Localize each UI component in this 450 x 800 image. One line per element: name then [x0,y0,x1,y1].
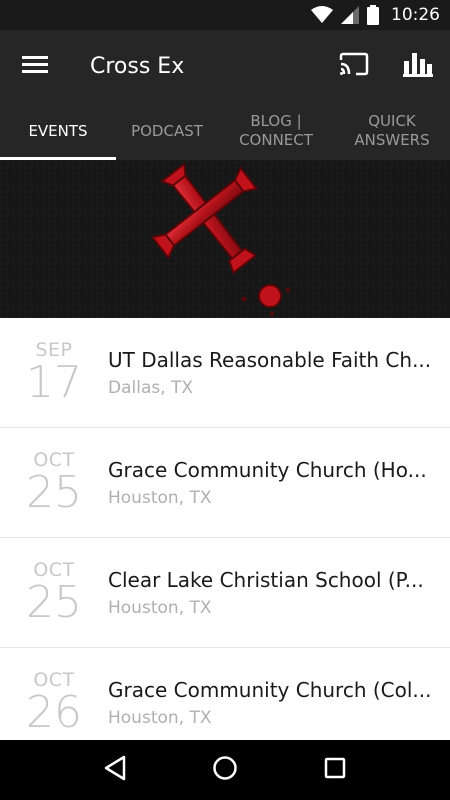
event-date: SEP 17 [0,340,108,406]
system-nav-bar [0,740,450,800]
event-location: Houston, TX [108,487,212,508]
list-item[interactable]: OCT 25 Grace Community Church (Ho... Hou… [0,428,450,538]
banner-image [0,160,450,318]
wifi-icon [311,6,333,24]
bar-chart-icon [403,51,433,82]
signal-icon [341,6,359,24]
tab-blog-connect[interactable]: BLOG | CONNECT [218,102,334,160]
event-date: OCT 25 [0,560,108,626]
back-icon [103,755,127,786]
event-name: UT Dallas Reasonable Faith Ch... [108,347,432,372]
event-location: Houston, TX [108,707,212,728]
app-bar: Cross Ex [0,30,450,102]
list-item[interactable]: OCT 25 Clear Lake Christian School (P...… [0,538,450,648]
event-name: Clear Lake Christian School (P... [108,567,424,592]
tab-quick-answers[interactable]: QUICK ANSWERS [334,102,450,160]
menu-icon [22,54,48,79]
list-item[interactable]: SEP 17 UT Dallas Reasonable Faith Ch... … [0,318,450,428]
recents-icon [324,757,346,784]
back-button[interactable] [90,745,140,795]
status-bar: 10:26 [0,0,450,30]
event-date: OCT 25 [0,450,108,516]
event-day: 25 [26,466,82,518]
event-day: 26 [26,686,82,738]
recents-button[interactable] [310,745,360,795]
tab-bar: EVENTS PODCAST BLOG | CONNECT QUICK ANSW… [0,102,450,160]
app-title: Cross Ex [90,53,185,79]
battery-icon [367,5,379,25]
home-icon [212,755,238,786]
event-list: SEP 17 UT Dallas Reasonable Faith Ch... … [0,318,450,758]
event-day: 17 [26,356,82,408]
home-button[interactable] [200,745,250,795]
status-time: 10:26 [391,5,440,25]
event-name: Grace Community Church (Ho... [108,457,427,482]
event-day: 25 [26,576,82,628]
event-location: Houston, TX [108,597,212,618]
cast-button[interactable] [322,30,386,102]
tab-podcast[interactable]: PODCAST [116,102,218,160]
event-location: Dallas, TX [108,377,194,398]
stats-button[interactable] [386,30,450,102]
menu-button[interactable] [0,30,70,102]
tab-events[interactable]: EVENTS [0,102,116,160]
cast-icon [339,52,369,81]
event-date: OCT 26 [0,670,108,736]
event-name: Grace Community Church (Col... [108,677,432,702]
